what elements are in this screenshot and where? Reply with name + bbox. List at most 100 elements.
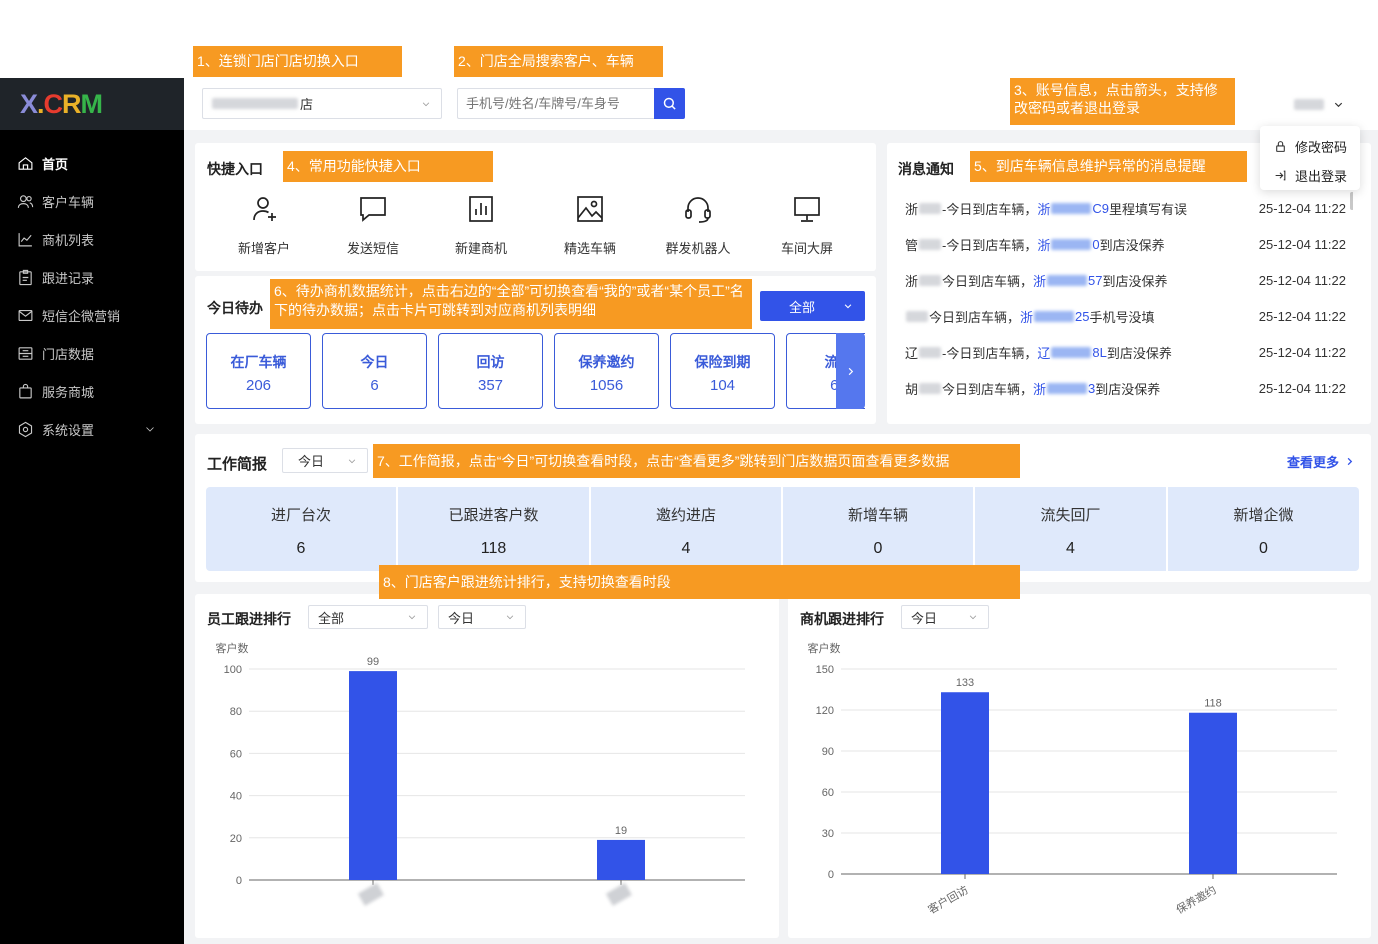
y-tick-label: 60: [230, 748, 242, 760]
message-prefix: 管: [905, 237, 919, 253]
sidebar-item-settings[interactable]: 系统设置: [0, 410, 184, 448]
logo[interactable]: X.CRM: [0, 78, 184, 130]
staff-rank-period-select[interactable]: 今日: [438, 605, 526, 629]
staff-rank-scope-select[interactable]: 全部: [308, 605, 428, 629]
store-switch-select[interactable]: 店: [202, 88, 442, 119]
message-plate-start: 辽: [1037, 345, 1051, 361]
mail-icon: [18, 309, 33, 321]
blurred-name: [919, 202, 942, 214]
todo-card-value: 6: [370, 377, 379, 394]
annotation-note-1: 1、连锁门店门店切换入口: [193, 46, 402, 77]
blurred-account-name: [1294, 98, 1324, 110]
sidebar-item-home[interactable]: 首页: [0, 144, 184, 182]
quick-send-sms[interactable]: [358, 194, 388, 224]
message-plate-end: 25: [1075, 308, 1090, 324]
brief-stat[interactable]: 新增企微 0: [1168, 487, 1359, 571]
quick-label: 群发机器人: [665, 241, 731, 256]
quick-mass-robot[interactable]: [683, 194, 713, 224]
todo-card-revisit[interactable]: 回访 357: [438, 333, 543, 409]
chevron-down-icon: [408, 615, 416, 620]
account-menu-trigger[interactable]: [1294, 93, 1354, 115]
message-plate-end: 57: [1088, 272, 1103, 288]
brief-more-link[interactable]: 查看更多: [1287, 452, 1355, 471]
chevron-down-icon: [844, 304, 852, 309]
logout-item[interactable]: 退出登录: [1274, 166, 1347, 185]
message-item[interactable]: 辽 -今日到店车辆，辽 8L 到店没保养 25-12-04 11:22: [905, 334, 1346, 370]
message-time: 25-12-04 11:22: [1258, 272, 1346, 288]
todo-card-today[interactable]: 今日 6: [322, 333, 427, 409]
brief-stat-value: 0: [873, 540, 883, 557]
chevron-down-icon: [422, 101, 430, 106]
message-item[interactable]: 浙 -今日到店车辆，浙 C9 里程填写有误 25-12-04 11:22: [905, 190, 1346, 226]
todo-card-in-shop[interactable]: 在厂车辆 206: [206, 333, 311, 409]
chevron-down-icon: [506, 615, 514, 620]
message-item[interactable]: 浙今日到店车辆，浙 57 到店没保养 25-12-04 11:22: [905, 262, 1346, 298]
y-tick-label: 150: [816, 664, 834, 676]
brief-stat[interactable]: 已跟进客户数 118: [398, 487, 589, 571]
bar-value-label: 118: [1204, 698, 1222, 710]
annotation-note-3: 3、账号信息，点击箭头，支持修改密码或者退出登录: [1010, 78, 1235, 125]
users-icon: [17, 194, 34, 208]
account-dropdown: 修改密码 退出登录: [1260, 126, 1360, 190]
search-icon: [663, 97, 676, 110]
quick-featured-vehicles[interactable]: [575, 194, 605, 224]
todo-card-maintenance-invite[interactable]: 保养邀约 1056: [554, 333, 659, 409]
data-icon: [18, 346, 33, 360]
todo-card-insurance-due[interactable]: 保险到期 104: [670, 333, 775, 409]
brief-stat[interactable]: 邀约进店 4: [591, 487, 781, 571]
sidebar-item-customers[interactable]: 客户车辆: [0, 182, 184, 220]
sidebar-item-store-data[interactable]: 门店数据: [0, 334, 184, 372]
quick-new-opportunity[interactable]: [466, 194, 496, 224]
message-scrollbar[interactable]: [1350, 192, 1353, 210]
message-issue: 里程填写有误: [1109, 201, 1188, 217]
message-time: 25-12-04 11:22: [1258, 236, 1346, 252]
quick-add-customer[interactable]: [250, 194, 280, 224]
todo-filter-value: 全部: [789, 299, 816, 315]
message-prefix: 浙: [905, 273, 919, 289]
sidebar-item-opportunities[interactable]: 商机列表: [0, 220, 184, 258]
change-password-label: 修改密码: [1295, 140, 1348, 155]
message-plate-start: 浙: [1033, 273, 1047, 289]
message-issue: 手机号没填: [1089, 309, 1155, 325]
message-prefix: 胡: [905, 381, 919, 397]
change-password-item[interactable]: 修改密码: [1274, 137, 1347, 156]
search-button[interactable]: [654, 88, 685, 119]
blurred-plate: [1047, 382, 1088, 394]
sidebar-item-marketing[interactable]: 短信企微营销: [0, 296, 184, 334]
message-time: 25-12-04 11:22: [1258, 200, 1346, 216]
message-plate-start: 浙: [1037, 237, 1051, 253]
todo-card-label: 保养邀约: [578, 354, 635, 370]
opportunity-rank-period-value: 今日: [911, 610, 938, 626]
opportunity-rank-period-select[interactable]: 今日: [901, 605, 989, 629]
brief-period-select[interactable]: 今日: [282, 448, 368, 473]
y-tick-label: 80: [230, 706, 242, 718]
sidebar-item-label: 首页: [42, 156, 69, 172]
todo-owner-filter[interactable]: 全部: [760, 291, 865, 321]
brief-stat[interactable]: 新增车辆 0: [783, 487, 973, 571]
message-item[interactable]: 管 -今日到店车辆，浙 0 到店没保养 25-12-04 11:22: [905, 226, 1346, 262]
monitor-icon: [794, 197, 820, 222]
todo-card-label: 在厂车辆: [230, 354, 287, 370]
quick-workshop-screen[interactable]: [792, 194, 822, 224]
message-issue: 到店没保养: [1106, 345, 1172, 361]
brief-stat[interactable]: 进厂台次 6: [206, 487, 396, 571]
annotation-note-2: 2、门店全局搜索客户、车辆: [454, 46, 663, 77]
todo-scroll-right-button[interactable]: [836, 333, 865, 409]
x-tick-label: 保养邀约: [1173, 882, 1218, 916]
sidebar-item-mall[interactable]: 服务商城: [0, 372, 184, 410]
todo-title: 今日待办: [207, 300, 263, 316]
global-search-input[interactable]: [458, 89, 648, 118]
brief-stat[interactable]: 流失回厂 4: [975, 487, 1166, 571]
message-item[interactable]: 胡 今日到店车辆，浙 3 到店没保养 25-12-04 11:22: [905, 370, 1346, 406]
sidebar-item-followups[interactable]: 跟进记录: [0, 258, 184, 296]
x-tick-label: 客户回访: [925, 882, 970, 916]
brief-stat-label: 进厂台次: [270, 507, 331, 524]
message-plate-start: 浙: [1020, 309, 1034, 325]
y-tick-label: 0: [236, 875, 242, 887]
message-plate-end: 8L: [1092, 344, 1107, 360]
todo-card-label: 保险到期: [694, 354, 751, 370]
sidebar-item-label: 服务商城: [42, 384, 95, 400]
blurred-plate: [1051, 202, 1092, 214]
todo-card-label: 回访: [476, 354, 505, 370]
message-item[interactable]: 今日到店车辆，浙 25 手机号没填 25-12-04 11:22: [905, 298, 1346, 334]
